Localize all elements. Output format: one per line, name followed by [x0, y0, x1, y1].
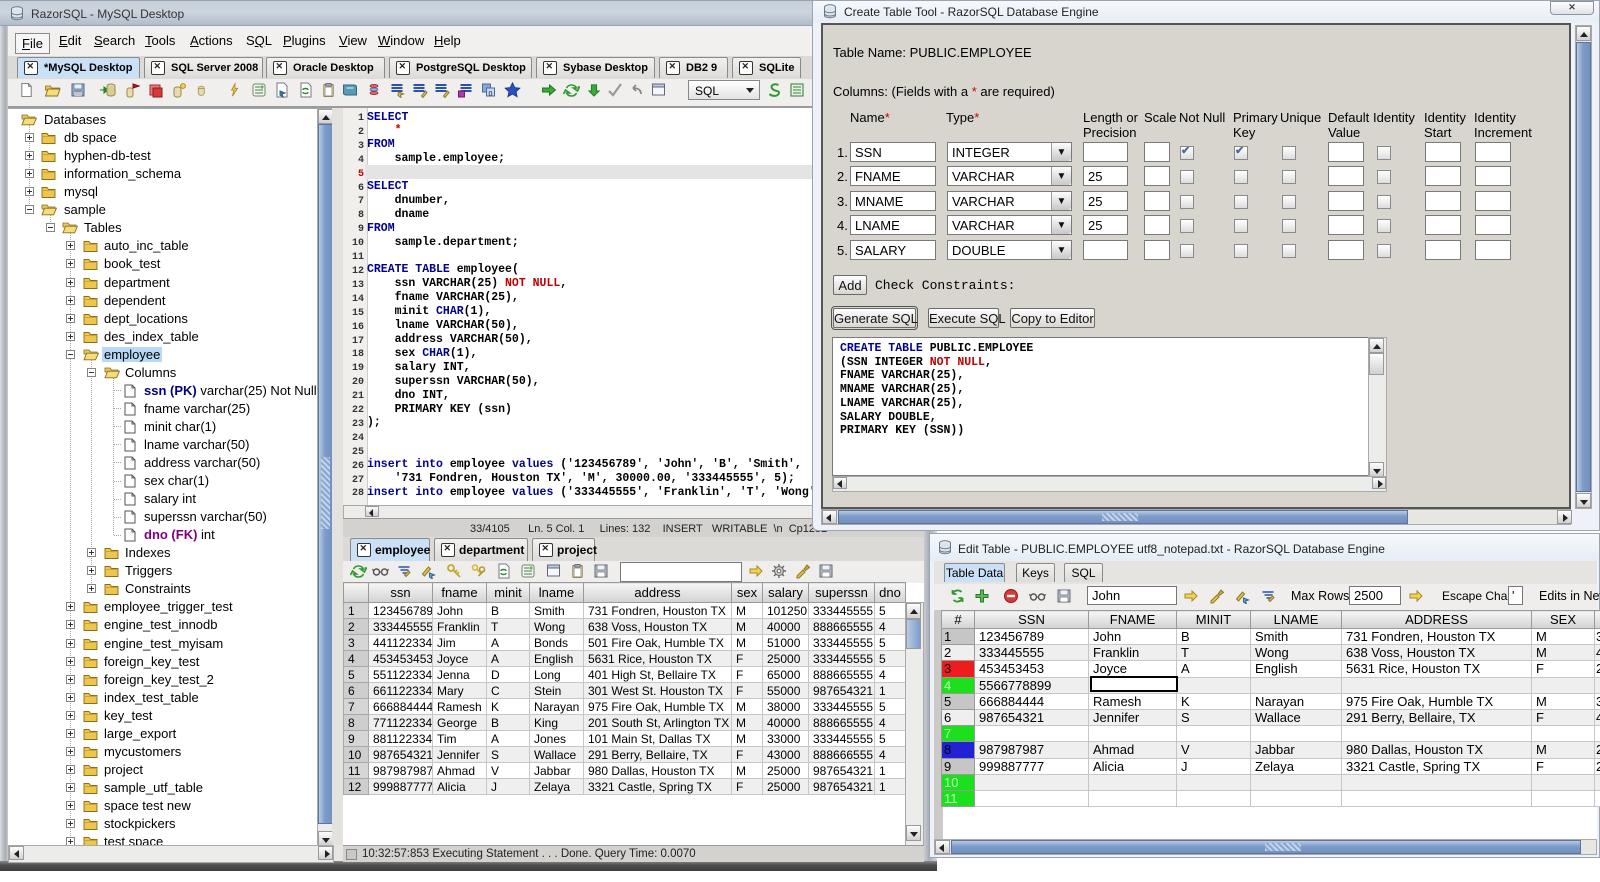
svg-text:0: 0 — [489, 91, 493, 98]
